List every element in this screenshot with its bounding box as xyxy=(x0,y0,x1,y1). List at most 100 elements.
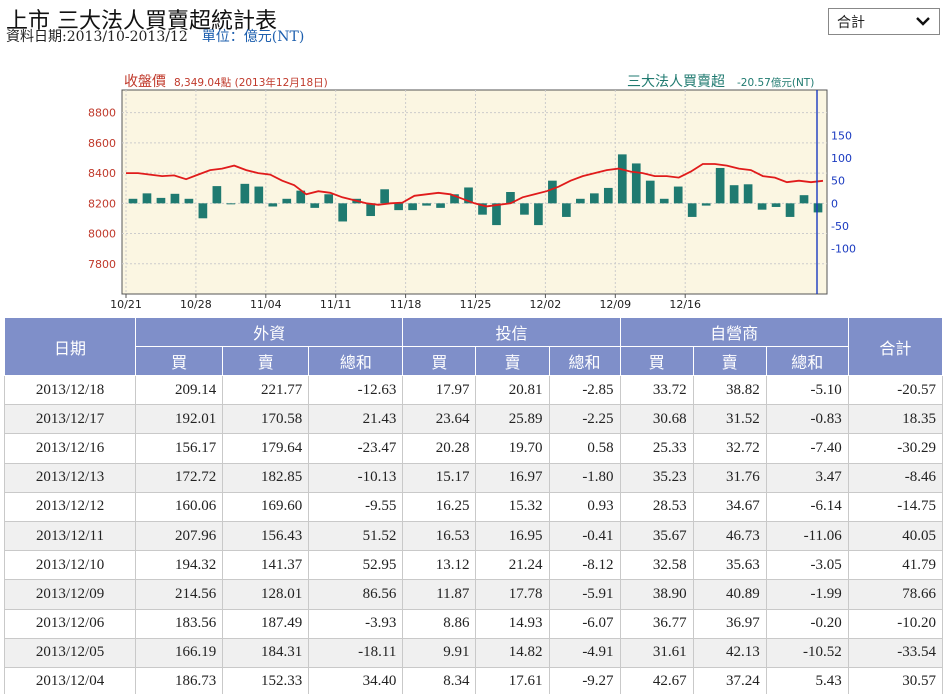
row-value: -5.10 xyxy=(765,374,849,406)
row-value: 20.81 xyxy=(475,374,550,406)
row-value: 86.56 xyxy=(308,579,404,610)
row-date: 2013/12/10 xyxy=(3,550,137,581)
table-row: 2013/12/06 183.56 187.49 -3.93 8.86 14.93 -6.0… xyxy=(3,608,944,639)
x-tick-label: 12/02 xyxy=(530,298,562,310)
right-series-label: 三大法人買賣超 xyxy=(627,74,725,90)
table-row: 2013/12/16 156.17 179.64 -23.47 20.28 19.70 0.… xyxy=(3,433,944,464)
row-value: 17.61 xyxy=(475,666,550,694)
row-value: 16.25 xyxy=(402,491,477,522)
right-tick-label: 50 xyxy=(831,175,845,188)
net-bar xyxy=(142,193,152,204)
row-value: 32.72 xyxy=(692,433,767,464)
left-tick-label: 8800 xyxy=(88,107,116,120)
row-value: 14.93 xyxy=(475,608,550,639)
row-value: 15.17 xyxy=(402,462,477,493)
row-value: 192.01 xyxy=(135,404,224,435)
table-row: 2013/12/05 166.19 184.31 -18.11 9.91 14.82 -4.… xyxy=(3,637,944,668)
header-dealer-buy: 買 xyxy=(619,346,694,376)
row-value: 31.76 xyxy=(692,462,767,493)
table-row: 2013/12/10 194.32 141.37 52.95 13.12 21.24 -8.… xyxy=(3,550,944,581)
summary-select-value: 合計 xyxy=(837,15,865,31)
row-value: 8.86 xyxy=(402,608,477,639)
row-value: 23.64 xyxy=(402,404,477,435)
net-bar xyxy=(324,194,334,204)
row-value: 221.77 xyxy=(222,374,310,406)
net-bar xyxy=(492,203,501,226)
net-bar xyxy=(436,203,445,208)
row-value: 21.24 xyxy=(475,550,550,581)
row-value: 9.91 xyxy=(402,637,477,668)
row-date: 2013/12/04 xyxy=(3,666,137,694)
row-value: -1.99 xyxy=(765,579,849,610)
net-bar xyxy=(310,203,320,208)
row-value: -2.85 xyxy=(548,374,621,406)
row-value: -9.55 xyxy=(308,491,404,522)
net-bar xyxy=(589,193,599,204)
header-trust-buy: 買 xyxy=(402,346,477,376)
row-value: 3.47 xyxy=(765,462,849,493)
net-bar xyxy=(198,203,208,219)
row-value: 25.89 xyxy=(475,404,550,435)
date-range: 資料日期:2013/10-2013/12 xyxy=(6,29,188,45)
table-row: 2013/12/18 209.14 221.77 -12.63 17.97 20.81 -2… xyxy=(3,374,944,406)
row-value: 169.60 xyxy=(222,491,310,522)
row-date: 2013/12/11 xyxy=(3,520,137,552)
x-tick-label: 12/16 xyxy=(669,298,701,310)
row-value: -7.40 xyxy=(765,433,849,464)
row-value: 42.13 xyxy=(692,637,767,668)
net-bar xyxy=(128,198,138,204)
row-value: 0.58 xyxy=(548,433,621,464)
row-value: 17.97 xyxy=(402,374,477,406)
right-tick-label: 100 xyxy=(831,152,852,165)
header-dealer-net: 總和 xyxy=(765,346,849,376)
row-value: 160.06 xyxy=(135,491,224,522)
net-bar xyxy=(603,187,613,204)
chevron-down-icon xyxy=(916,17,930,26)
row-value: 31.61 xyxy=(619,637,694,668)
row-value: -20.57 xyxy=(847,374,944,406)
row-value: 36.77 xyxy=(619,608,694,639)
net-bar xyxy=(380,189,389,204)
row-value: 19.70 xyxy=(475,433,550,464)
header-trust-sell: 賣 xyxy=(475,346,550,376)
row-value: 8.34 xyxy=(402,666,477,694)
row-value: 41.79 xyxy=(847,550,944,581)
row-date: 2013/12/16 xyxy=(3,433,137,464)
row-value: 5.43 xyxy=(765,666,849,694)
left-tick-label: 7800 xyxy=(88,258,116,271)
row-value: -0.41 xyxy=(548,520,621,552)
row-date: 2013/12/06 xyxy=(3,608,137,639)
row-value: 170.58 xyxy=(222,404,310,435)
row-value: 16.95 xyxy=(475,520,550,552)
net-bar xyxy=(520,203,529,215)
x-tick-label: 10/21 xyxy=(110,298,142,310)
net-bar xyxy=(687,203,697,217)
net-bar xyxy=(771,203,781,207)
row-value: 46.73 xyxy=(692,520,767,552)
net-bar xyxy=(715,167,725,204)
institutional-trading-table: 日期 外資 投信 自營商 合計 買 賣 總和 買 賣 總和 買 賣 總和 201… xyxy=(3,317,944,694)
row-value: 52.95 xyxy=(308,550,404,581)
row-value: -9.27 xyxy=(548,666,621,694)
net-bar xyxy=(240,183,250,204)
x-tick-label: 10/28 xyxy=(180,298,212,310)
row-value: -3.05 xyxy=(765,550,849,581)
row-value: 35.63 xyxy=(692,550,767,581)
net-bar xyxy=(212,186,222,204)
net-bar xyxy=(799,195,809,204)
row-value: 16.53 xyxy=(402,520,477,552)
right-tick-label: -100 xyxy=(831,243,856,256)
net-bar xyxy=(184,198,194,204)
header-dealer-sell: 賣 xyxy=(692,346,767,376)
row-value: -4.91 xyxy=(548,637,621,668)
right-tick-label: 150 xyxy=(831,129,852,142)
row-value: -8.12 xyxy=(548,550,621,581)
table-row: 2013/12/13 172.72 182.85 -10.13 15.17 16.97 -1… xyxy=(3,462,944,493)
summary-select[interactable]: 合計 xyxy=(828,8,940,35)
table-row: 2013/12/09 214.56 128.01 86.56 11.87 17.78 -5.… xyxy=(3,579,944,610)
row-value: 20.28 xyxy=(402,433,477,464)
net-bar xyxy=(170,193,180,204)
net-bar xyxy=(645,180,655,204)
row-value: 207.96 xyxy=(135,520,224,552)
left-tick-label: 8200 xyxy=(88,197,116,210)
